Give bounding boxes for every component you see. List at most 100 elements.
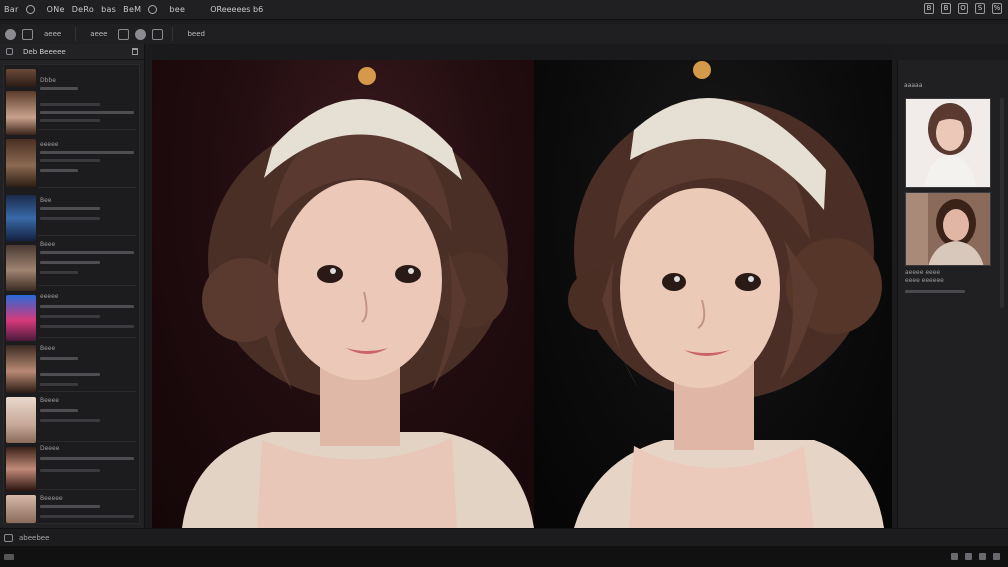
render-left[interactable] bbox=[152, 60, 534, 528]
layers-list[interactable]: Dbbe eeeee Bee Beee eeeee Beee Beeee Dee… bbox=[3, 64, 140, 524]
toolbar: aeee aeee beed bbox=[0, 24, 1008, 44]
layer-meta bbox=[40, 325, 134, 328]
layer-meta bbox=[40, 457, 134, 460]
layer-label-1[interactable]: Dbbe bbox=[40, 77, 56, 84]
layer-meta bbox=[40, 409, 78, 412]
thumbnail-9[interactable] bbox=[6, 447, 36, 491]
layer-meta bbox=[40, 151, 134, 154]
window-control-close[interactable]: % bbox=[992, 3, 1002, 14]
zoom-in-icon[interactable] bbox=[965, 553, 972, 560]
history-meta bbox=[905, 290, 965, 293]
menu-item-bee[interactable]: bee bbox=[169, 5, 185, 14]
canvas-ruler bbox=[152, 44, 892, 60]
layer-meta bbox=[40, 305, 134, 308]
window-control-s[interactable]: S bbox=[975, 3, 985, 14]
trash-icon[interactable] bbox=[132, 48, 138, 55]
layer-label-9[interactable]: Beeeee bbox=[40, 495, 63, 502]
layer-label-2[interactable]: eeeee bbox=[40, 141, 58, 148]
toolbar-label-c[interactable]: beed bbox=[187, 30, 205, 38]
thumbnail-5[interactable] bbox=[6, 245, 36, 291]
layer-meta bbox=[40, 251, 134, 254]
thumbnail-6[interactable] bbox=[6, 295, 36, 341]
layer-meta bbox=[40, 271, 78, 274]
history-panel-heading: aaaaa bbox=[904, 82, 923, 89]
window-control-b1[interactable]: B bbox=[924, 3, 934, 14]
app-logo-icon[interactable] bbox=[25, 5, 35, 14]
thumbnail-portrait-2 bbox=[906, 193, 990, 265]
layer-divider bbox=[38, 235, 136, 236]
layer-meta bbox=[40, 103, 100, 106]
menu-bar: Bar ONe DeRo bas BeM bee OReeeees b6 B B… bbox=[0, 0, 1008, 20]
history-thumbnail-1[interactable] bbox=[905, 98, 991, 188]
circle-tool-icon[interactable] bbox=[135, 28, 147, 40]
layer-divider bbox=[38, 441, 136, 442]
window-control-b2[interactable]: B bbox=[941, 3, 951, 14]
layers-panel-title: Deb Beeeee bbox=[23, 47, 66, 56]
layer-divider bbox=[38, 129, 136, 130]
layer-divider bbox=[38, 489, 136, 490]
thumbnail-3[interactable] bbox=[6, 139, 36, 187]
portrait-left bbox=[182, 67, 534, 528]
thumbnail-4[interactable] bbox=[6, 195, 36, 241]
history-caption-a: aeeee eeee bbox=[905, 269, 941, 276]
window-controls: B B O S % bbox=[924, 3, 1002, 14]
layer-meta bbox=[40, 217, 100, 220]
layer-meta bbox=[40, 119, 100, 122]
layer-meta bbox=[40, 111, 134, 114]
toolbar-divider bbox=[75, 27, 77, 41]
layer-label-8[interactable]: Deeee bbox=[40, 445, 59, 452]
thumbnail-7[interactable] bbox=[6, 345, 36, 393]
menu-item-bas[interactable]: bas bbox=[101, 5, 116, 14]
render-right[interactable] bbox=[534, 60, 892, 528]
menu-item-one[interactable]: ONe bbox=[47, 5, 65, 14]
layer-meta bbox=[40, 159, 100, 162]
bottom-bar bbox=[0, 546, 1008, 567]
layer-meta bbox=[40, 169, 78, 172]
brush-icon[interactable] bbox=[22, 28, 33, 40]
layer-label-7[interactable]: Beeee bbox=[40, 397, 59, 404]
layer-divider bbox=[38, 187, 136, 188]
layer-label-6[interactable]: Beee bbox=[40, 345, 55, 352]
history-caption-b: eeee eeeeee bbox=[905, 277, 944, 284]
window-control-o[interactable]: O bbox=[958, 3, 968, 14]
layer-label-4[interactable]: Beee bbox=[40, 241, 55, 248]
transform-icon[interactable] bbox=[152, 28, 164, 40]
thumbnail-1[interactable] bbox=[6, 69, 36, 87]
history-scrollbar[interactable] bbox=[1000, 98, 1004, 308]
bottom-controls bbox=[951, 553, 1000, 560]
thumbnail-2[interactable] bbox=[6, 91, 36, 135]
layer-meta bbox=[40, 515, 134, 518]
record-icon[interactable] bbox=[148, 5, 158, 14]
fullscreen-icon[interactable] bbox=[993, 553, 1000, 560]
document-title: OReeeees b6 bbox=[210, 5, 264, 14]
menu-icon[interactable] bbox=[6, 48, 13, 55]
toolbar-label-a[interactable]: aeee bbox=[44, 30, 61, 38]
crop-icon[interactable] bbox=[118, 28, 130, 40]
layer-meta bbox=[40, 357, 78, 360]
zoom-out-icon[interactable] bbox=[951, 553, 958, 560]
image-icon[interactable] bbox=[4, 533, 13, 542]
layer-divider bbox=[38, 391, 136, 392]
layer-divider bbox=[38, 285, 136, 286]
status-label: abeebee bbox=[19, 533, 50, 542]
thumbnail-8[interactable] bbox=[6, 397, 36, 443]
layer-label-3[interactable]: Bee bbox=[40, 197, 52, 204]
fit-icon[interactable] bbox=[979, 553, 986, 560]
layer-meta bbox=[40, 373, 100, 376]
history-panel: aaaaa aeeee eeee eeee eeeeee bbox=[897, 60, 1008, 528]
toolbar-divider-2 bbox=[172, 27, 174, 41]
menu-item-bem[interactable]: BeM bbox=[123, 5, 141, 14]
thumbnail-10[interactable] bbox=[6, 495, 36, 523]
drop-icon[interactable] bbox=[5, 28, 16, 40]
image-canvas[interactable] bbox=[152, 60, 892, 528]
layer-meta bbox=[40, 261, 100, 264]
status-bar: abeebee bbox=[0, 528, 1008, 546]
menu-item-bar[interactable]: Bar bbox=[4, 5, 19, 14]
layer-label-5[interactable]: eeeee bbox=[40, 293, 58, 300]
history-thumbnail-2[interactable] bbox=[905, 192, 991, 266]
layer-meta bbox=[40, 505, 100, 508]
toolbar-label-b[interactable]: aeee bbox=[90, 30, 107, 38]
layer-meta bbox=[40, 383, 78, 386]
menu-item-dero[interactable]: DeRo bbox=[72, 5, 94, 14]
thumbnail-column bbox=[6, 67, 36, 523]
